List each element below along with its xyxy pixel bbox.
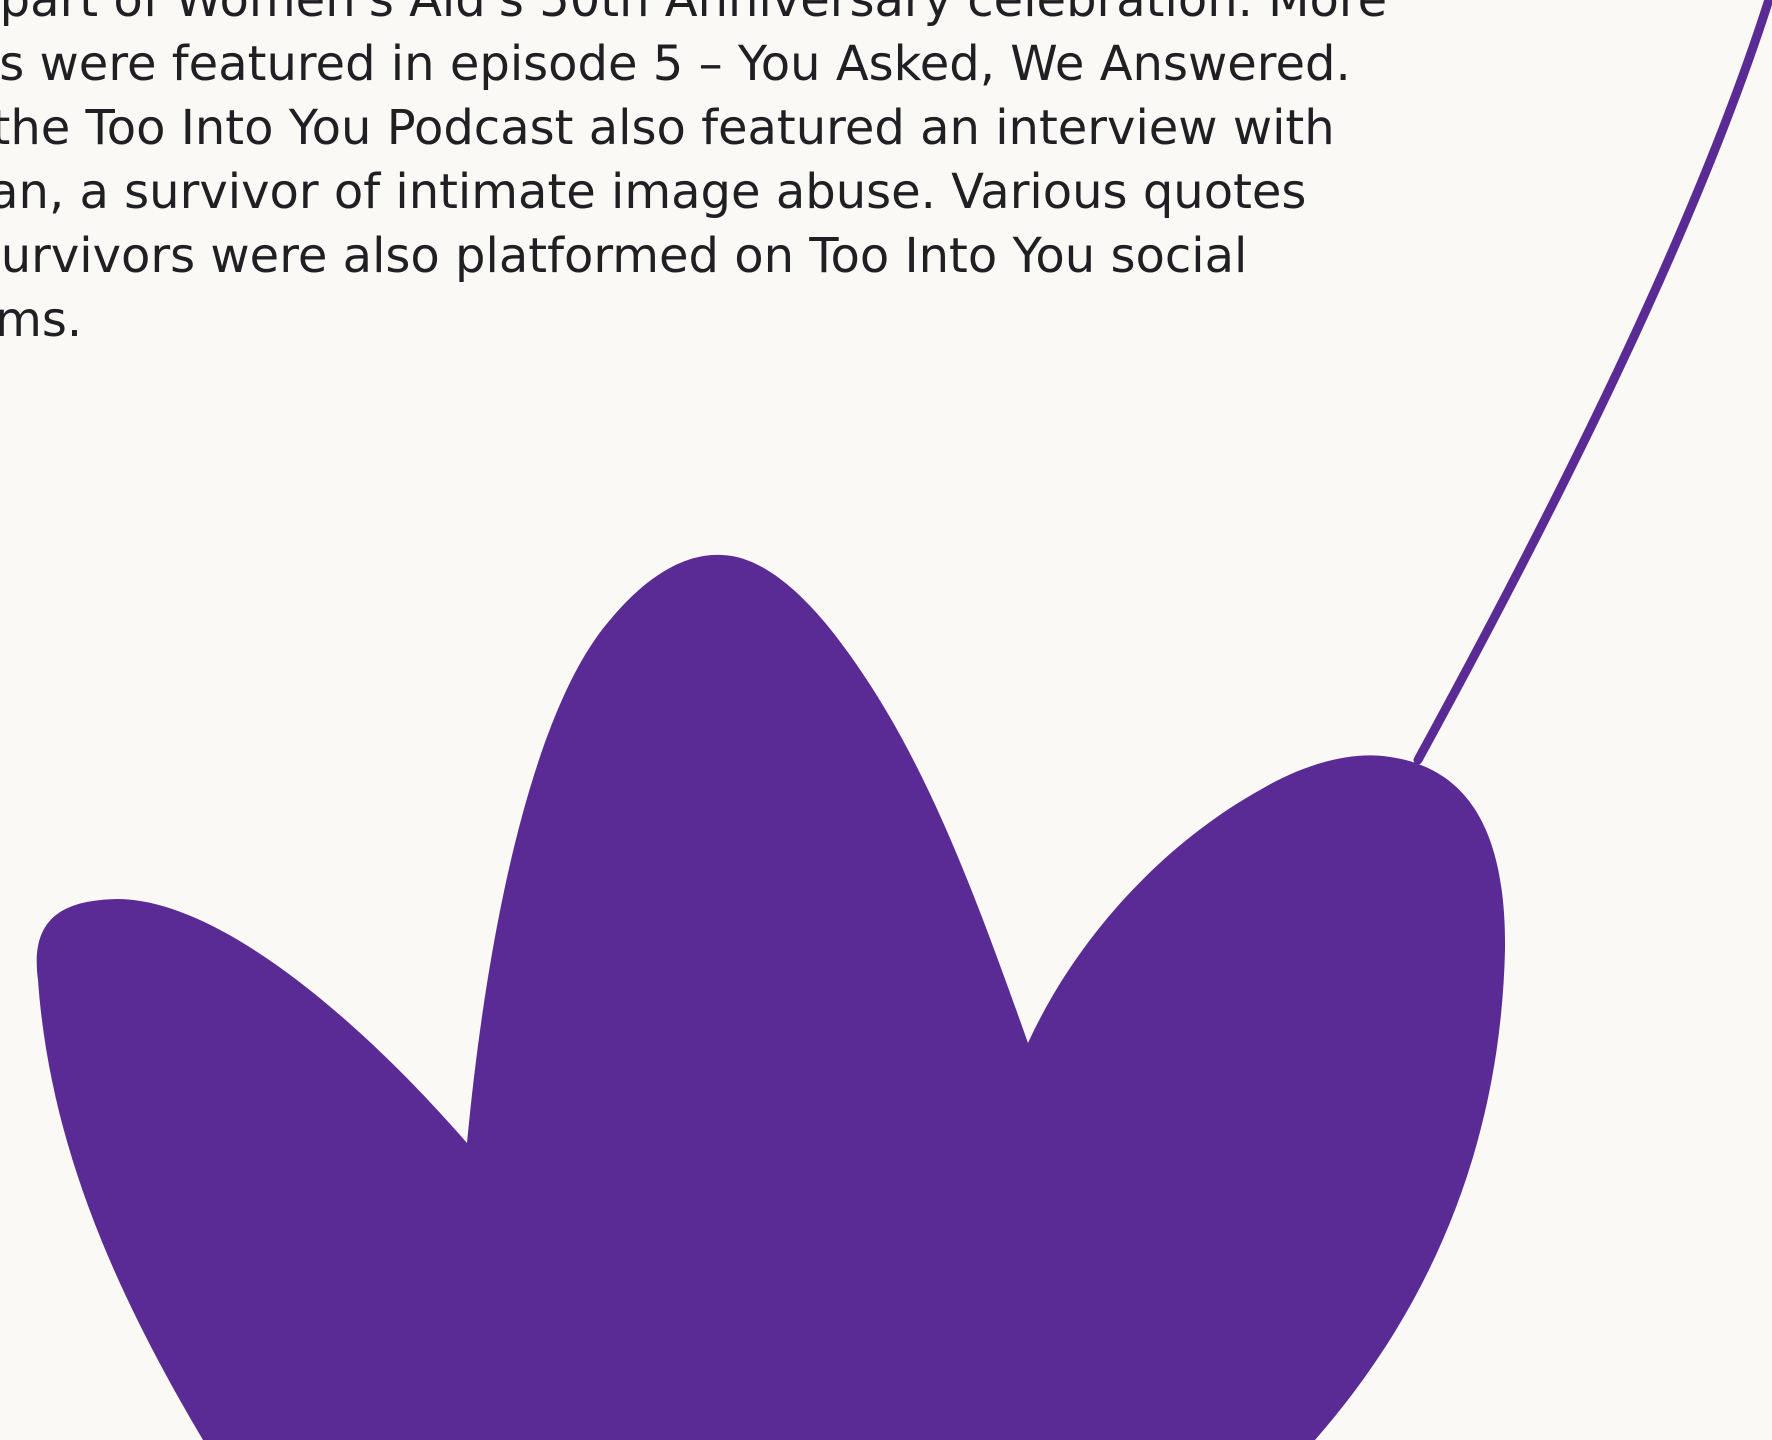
stem-icon — [1413, 0, 1772, 765]
flower-illustration — [36, 0, 1772, 1440]
document-page: as part of Women's Aid's 50th Anniversar… — [0, 0, 1772, 1440]
flower-icon — [36, 554, 1506, 1440]
